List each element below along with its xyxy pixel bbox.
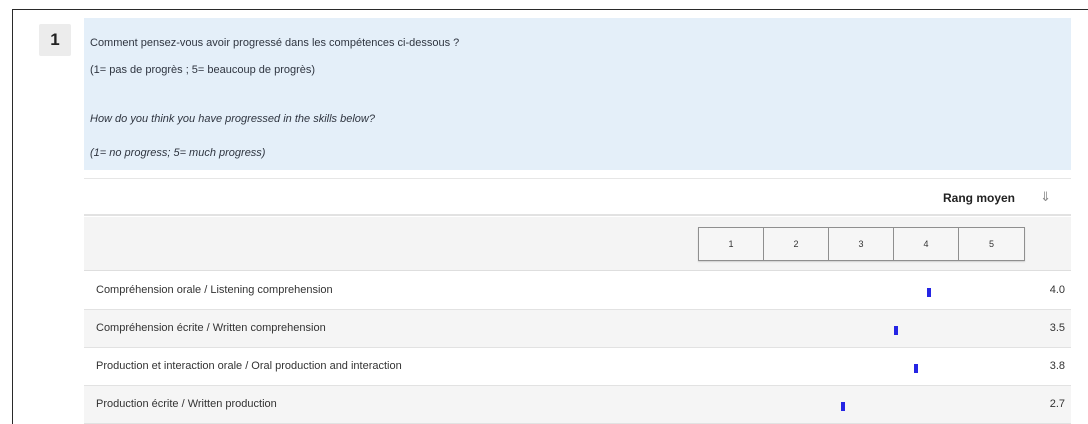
skill-label: Production écrite / Written production — [96, 398, 277, 410]
skill-label: Compréhension orale / Listening comprehe… — [96, 284, 333, 296]
question-text-box: Comment pensez-vous avoir progressé dans… — [84, 18, 1071, 170]
question-card: 1 Comment pensez-vous avoir progressé da… — [12, 9, 1088, 424]
mean-marker — [913, 364, 918, 373]
scale-header-row: 1 2 3 4 5 — [84, 217, 1071, 271]
sort-down-arrow-icon[interactable]: ⇓ — [1040, 189, 1051, 205]
mean-value: 4.0 — [1049, 284, 1065, 296]
table-row: Compréhension orale / Listening comprehe… — [84, 272, 1071, 310]
scale-cell-4: 4 — [894, 228, 959, 260]
mean-value: 2.7 — [1049, 398, 1065, 410]
mean-marker — [927, 288, 931, 297]
skill-label: Compréhension écrite / Written comprehen… — [96, 322, 326, 334]
mean-marker — [894, 326, 898, 335]
mean-marker — [841, 402, 846, 411]
question-text-fr: Comment pensez-vous avoir progressé dans… — [90, 37, 460, 49]
mean-value: 3.8 — [1049, 360, 1065, 372]
question-scale-fr: (1= pas de progrès ; 5= beaucoup de prog… — [90, 64, 316, 76]
scale-cell-5: 5 — [988, 239, 994, 249]
rang-moyen-header[interactable]: Rang moyen — [943, 191, 1015, 205]
scale-cell-3: 3 — [829, 228, 894, 260]
table-row: Compréhension écrite / Written comprehen… — [84, 310, 1071, 348]
scale-cell-2: 2 — [764, 228, 829, 260]
table-row: Production et interaction orale / Oral p… — [84, 348, 1071, 386]
table-row: Production écrite / Written production 2… — [84, 386, 1071, 424]
scale-cell-1: 1 — [699, 228, 764, 260]
mean-value: 3.5 — [1049, 322, 1065, 334]
table-header: Rang moyen ⇓ — [84, 178, 1071, 216]
question-text-en: How do you think you have progressed in … — [90, 113, 375, 125]
rating-scale: 1 2 3 4 5 — [698, 227, 1025, 261]
question-number: 1 — [39, 24, 71, 56]
question-scale-en: (1= no progress; 5= much progress) — [90, 147, 266, 159]
skill-label: Production et interaction orale / Oral p… — [96, 360, 402, 372]
